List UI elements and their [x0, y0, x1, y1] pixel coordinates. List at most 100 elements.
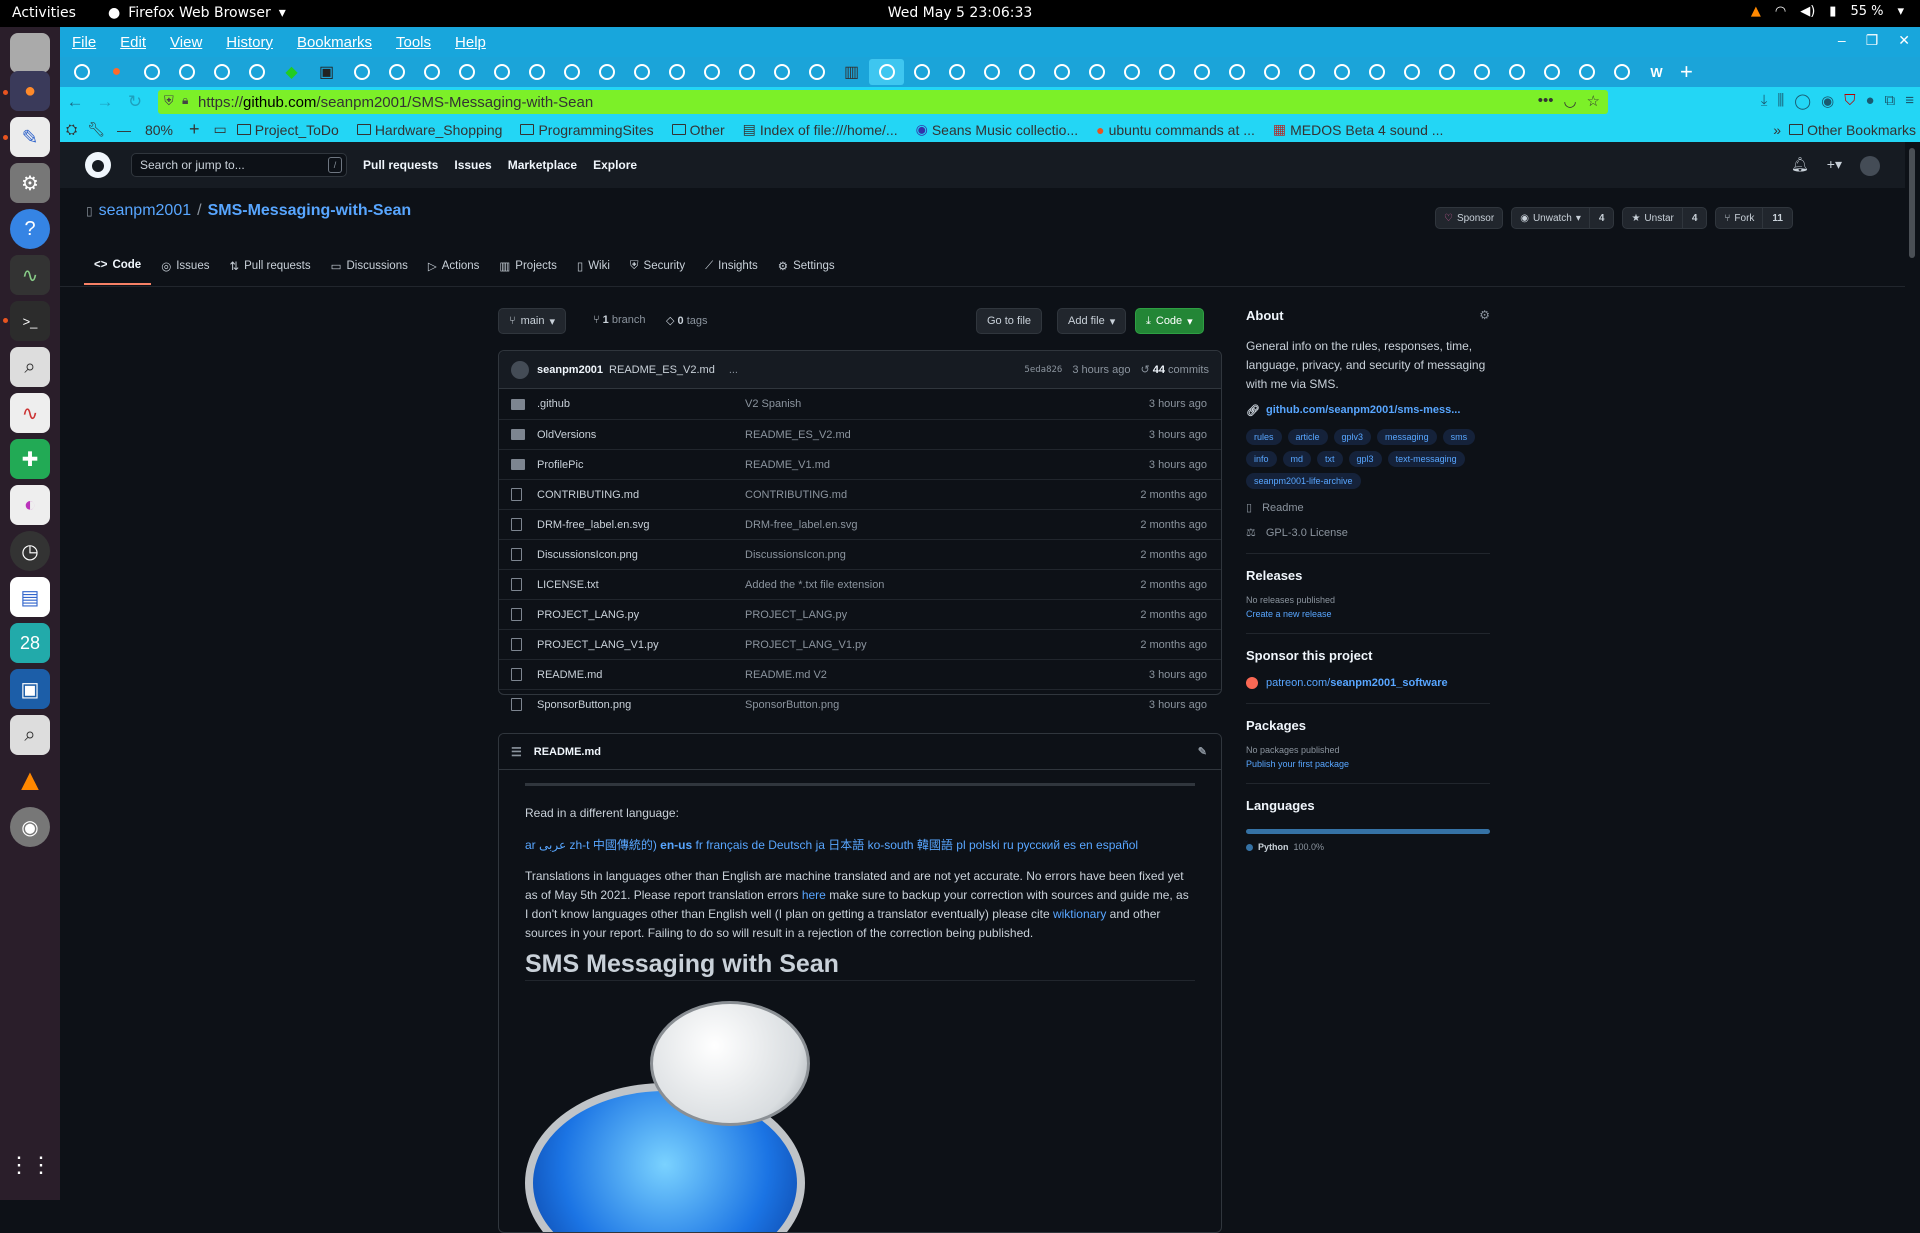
tab-issues[interactable]: ◎ Issues	[151, 247, 219, 285]
tab[interactable]	[1359, 59, 1394, 85]
tab[interactable]	[659, 59, 694, 85]
firefox-icon[interactable]: ●	[10, 71, 50, 111]
homepage-link[interactable]: 🔗︎ github.com/seanpm2001/sms-mess...	[1246, 404, 1490, 417]
nav-explore[interactable]: Explore	[593, 158, 637, 172]
tab-active[interactable]	[869, 59, 904, 85]
bookmark-folder[interactable]: Project_ToDo	[236, 122, 339, 138]
tab[interactable]	[1149, 59, 1184, 85]
tags-link[interactable]: ◇ 0 tags	[666, 314, 708, 327]
tab-insights[interactable]: ⟋ Insights	[695, 247, 768, 285]
download-icon[interactable]: ⤓	[1761, 92, 1768, 110]
branches-link[interactable]: ⑂ 1 branch	[593, 314, 646, 326]
menu-bookmarks[interactable]: Bookmarks	[297, 34, 372, 51]
code-button[interactable]: ⤓ Code ▾	[1135, 308, 1204, 334]
tab[interactable]	[1604, 59, 1639, 85]
clock-app-icon[interactable]: ◷	[10, 531, 50, 571]
topic-tag[interactable]: txt	[1317, 451, 1343, 467]
puzzle-icon[interactable]: ✚	[10, 439, 50, 479]
disk-icon[interactable]: ◉	[10, 807, 50, 847]
create-release-link[interactable]: Create a new release	[1246, 609, 1490, 619]
clock[interactable]: Wed May 5 23:06:33	[0, 5, 1920, 21]
go-to-file-button[interactable]: Go to file	[976, 308, 1043, 334]
settings-icon[interactable]: ⚙	[10, 163, 50, 203]
magnifier-icon[interactable]: ⌕	[10, 715, 50, 755]
restore-icon[interactable]: ❐	[1866, 32, 1879, 49]
file-commit-message[interactable]: README_V1.md	[745, 459, 830, 471]
publish-package-link[interactable]: Publish your first package	[1246, 759, 1490, 769]
file-name[interactable]: CONTRIBUTING.md	[537, 489, 639, 501]
menu-icon[interactable]: ≡	[1905, 92, 1914, 110]
tab-actions[interactable]: ▷ Actions	[418, 247, 490, 285]
tab[interactable]	[519, 59, 554, 85]
table-row[interactable]: LICENSE.txt Added the *.txt file extensio…	[499, 569, 1221, 599]
tab[interactable]	[1114, 59, 1149, 85]
file-commit-message[interactable]: DRM-free_label.en.svg	[745, 519, 858, 531]
file-commit-message[interactable]: README_ES_V2.md	[745, 429, 851, 441]
menu-tools[interactable]: Tools	[396, 34, 431, 51]
chevron-right-icon[interactable]: »	[1773, 122, 1781, 138]
zoom-level[interactable]: 80%	[145, 122, 173, 138]
tab[interactable]	[589, 59, 624, 85]
table-row[interactable]: PROJECT_LANG_V1.py PROJECT_LANG_V1.py 2 mo…	[499, 629, 1221, 659]
menu-edit[interactable]: Edit	[120, 34, 146, 51]
here-link[interactable]: here	[802, 888, 826, 902]
more-icon[interactable]: •••	[1538, 92, 1554, 110]
tab[interactable]	[204, 59, 239, 85]
file-commit-message[interactable]: README.md V2	[745, 669, 827, 681]
tab[interactable]	[449, 59, 484, 85]
tab[interactable]	[1324, 59, 1359, 85]
file-name[interactable]: .github	[537, 398, 570, 410]
close-icon[interactable]: ✕	[1898, 32, 1910, 49]
tab[interactable]	[1499, 59, 1534, 85]
file-commit-message[interactable]: DiscussionsIcon.png	[745, 549, 846, 561]
menu-view[interactable]: View	[170, 34, 202, 51]
nav-pull-requests[interactable]: Pull requests	[363, 158, 438, 172]
topic-tag[interactable]: seanpm2001-life-archive	[1246, 473, 1361, 489]
create-new-icon[interactable]: +▾	[1827, 156, 1842, 176]
bookmark-folder[interactable]: Hardware_Shopping	[356, 122, 502, 138]
bookmark-folder[interactable]: Other	[671, 122, 725, 138]
tab[interactable]	[169, 59, 204, 85]
file-name[interactable]: DRM-free_label.en.svg	[537, 519, 650, 531]
fork-count[interactable]: 11	[1762, 208, 1792, 228]
tab-code[interactable]: <> Code	[84, 247, 152, 285]
topic-tag[interactable]: gpl3	[1348, 451, 1382, 467]
commit-author[interactable]: seanpm2001	[537, 364, 603, 376]
terminal-icon[interactable]: >_	[10, 301, 50, 341]
file-commit-message[interactable]: CONTRIBUTING.md	[745, 489, 847, 501]
document-icon[interactable]: ▤	[10, 577, 50, 617]
file-name[interactable]: README.md	[537, 669, 602, 681]
file-name[interactable]: OldVersions	[537, 429, 596, 441]
branch-select[interactable]: ⑂ main ▾	[498, 308, 566, 334]
minimize-icon[interactable]: –	[1838, 32, 1846, 49]
nav-issues[interactable]: Issues	[454, 158, 491, 172]
gear-icon[interactable]: ⚙	[1479, 308, 1490, 322]
tab[interactable]	[799, 59, 834, 85]
commit-expand-button[interactable]: ...	[729, 364, 738, 376]
menu-history[interactable]: History	[226, 34, 273, 51]
tab[interactable]	[134, 59, 169, 85]
tab[interactable]	[624, 59, 659, 85]
other-bookmarks[interactable]: Other Bookmarks	[1789, 122, 1916, 138]
wrench-icon[interactable]: 🔧︎	[87, 121, 105, 138]
topic-tag[interactable]: gplv3	[1333, 429, 1372, 445]
calendar-icon[interactable]: 28	[10, 623, 50, 663]
tab[interactable]	[1184, 59, 1219, 85]
table-row[interactable]: DRM-free_label.en.svg DRM-free_label.en.s…	[499, 509, 1221, 539]
tab[interactable]	[729, 59, 764, 85]
system-monitor-icon[interactable]: ∿	[10, 255, 50, 295]
zoom-in-button[interactable]: +	[189, 119, 200, 140]
screenshot-icon[interactable]: ⧉	[1885, 92, 1896, 110]
tab[interactable]	[904, 59, 939, 85]
tab-wiki[interactable]: ▯ Wiki	[567, 247, 620, 285]
file-name[interactable]: DiscussionsIcon.png	[537, 549, 638, 561]
file-name[interactable]: LICENSE.txt	[537, 579, 599, 591]
tab-settings[interactable]: ⚙ Settings	[768, 247, 845, 285]
table-row[interactable]: OldVersions README_ES_V2.md 3 hours ago	[499, 419, 1221, 449]
scrollbar-thumb[interactable]	[1909, 148, 1915, 258]
license-link[interactable]: ⚖ GPL-3.0 License	[1246, 526, 1490, 540]
readme-filename[interactable]: README.md	[534, 746, 601, 758]
patreon-link[interactable]: patreon.com/seanpm2001_software	[1246, 677, 1490, 689]
tab[interactable]	[694, 59, 729, 85]
nav-marketplace[interactable]: Marketplace	[508, 158, 577, 172]
